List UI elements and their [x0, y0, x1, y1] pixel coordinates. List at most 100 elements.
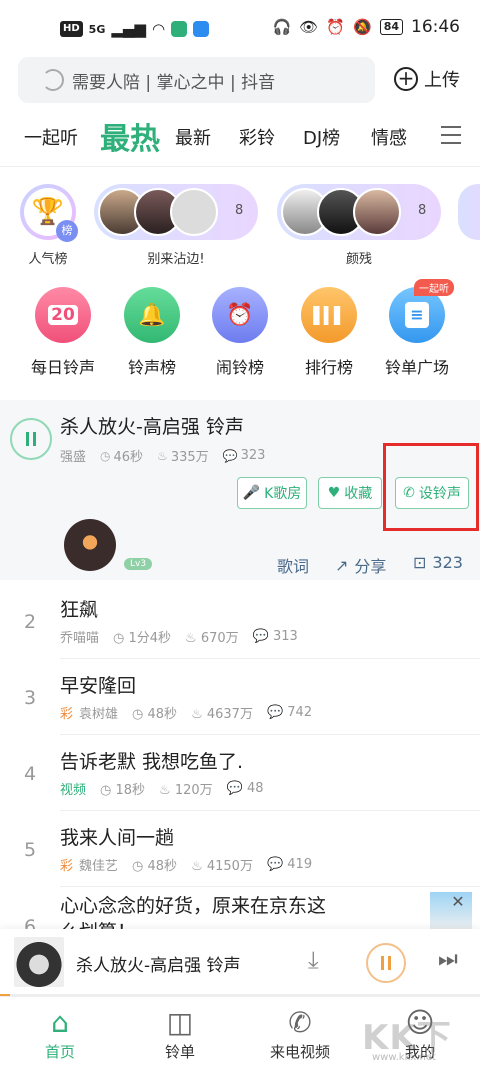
list-item[interactable]: 4 告诉老默 我想吃鱼了. 视频 ◷ 18秒 ♨ 120万 💬 48	[0, 735, 480, 811]
uploader-avatar[interactable]	[64, 519, 116, 571]
nav-call-video[interactable]: ✆ 来电视频	[240, 1005, 360, 1062]
fire-icon: ♨	[191, 859, 203, 874]
pause-button[interactable]	[10, 418, 52, 460]
artist-name[interactable]: 魏佳艺	[79, 855, 118, 874]
fire-icon: ♨	[185, 631, 197, 646]
song-meta: 彩 袁树雄 ◷ 48秒 ♨ 4637万 💬 742	[60, 703, 312, 722]
alarm-clock-icon[interactable]: ⏰	[212, 287, 268, 343]
tab-together[interactable]: 一起听	[24, 124, 78, 150]
ranking-label: 排行榜	[304, 358, 353, 377]
rank-number: 4	[24, 763, 37, 785]
nav-playlist[interactable]: ◫ 铃单	[120, 1005, 240, 1062]
karaoke-icon: 🎤	[242, 485, 261, 501]
favorite-label: 收藏	[344, 486, 373, 502]
tab-hottest[interactable]: 最热	[100, 114, 160, 158]
clock: 16:46	[411, 17, 460, 37]
group-count: 8	[418, 203, 427, 218]
bar-chart-icon[interactable]: ▌▍▌	[301, 287, 357, 343]
ringtone-chart-label: 铃声榜	[127, 358, 176, 377]
upload-button[interactable]: + 上传	[394, 66, 460, 92]
comment-icon: 💬	[222, 448, 238, 463]
duration: 46秒	[113, 450, 144, 465]
player-title[interactable]: 杀人放火-高启强 铃声	[76, 951, 241, 976]
next-track-icon[interactable]: ⏭	[438, 947, 458, 972]
favorite-button[interactable]: ♥ 收藏	[318, 477, 382, 509]
tab-emotion[interactable]: 情感	[371, 124, 407, 150]
list-item[interactable]: 3 早安隆回 彩 袁树雄 ◷ 48秒 ♨ 4637万 💬 742	[0, 659, 480, 735]
status-right: 🎧 👁 ⏰ 🔕 84 16:46	[273, 17, 460, 37]
plays: 4150万	[206, 859, 253, 874]
close-icon[interactable]: ✕	[448, 892, 468, 912]
avatar-group-1-label: 别来沾边!	[147, 252, 205, 267]
mini-player[interactable]: 杀人放火-高启强 铃声 ⤓ ⏭	[0, 929, 480, 995]
level-badge: Lv3	[124, 558, 153, 570]
video-tag: 视频	[60, 783, 87, 798]
phone-video-icon: ✆	[288, 1006, 312, 1039]
clock-icon: ◷	[100, 448, 111, 463]
artist-name[interactable]: 强盛	[60, 446, 86, 465]
duration: 18秒	[115, 783, 146, 798]
comments: 48	[247, 781, 264, 796]
fire-icon: ♨	[159, 783, 171, 798]
song-title: 我来人间一趟	[60, 827, 175, 849]
avatar-group-2[interactable]: 8	[277, 184, 441, 240]
comment-count: 323	[432, 553, 463, 572]
tab-color-ring[interactable]: 彩铃	[239, 124, 275, 150]
clock-icon: ◷	[132, 859, 144, 874]
color-ring-tag: 彩	[60, 859, 74, 874]
lyrics-button[interactable]: 歌词	[277, 553, 309, 577]
comment-button[interactable]: ⊡ 323	[413, 553, 463, 572]
avatar-placeholder-icon	[170, 188, 218, 236]
song-meta: 乔喵喵 ◷ 1分4秒 ♨ 670万 💬 313	[60, 627, 298, 646]
duration: 48秒	[147, 707, 178, 722]
tab-newest[interactable]: 最新	[175, 124, 211, 150]
list-item[interactable]: 2 狂飙 乔喵喵 ◷ 1分4秒 ♨ 670万 💬 313	[0, 583, 480, 659]
featured-meta: 强盛 ◷ 46秒 ♨ 335万 💬 323	[60, 446, 265, 465]
category-tabs: 一起听 最热 最新 彩铃 DJ榜 情感	[0, 110, 480, 162]
popularity-chart-avatar[interactable]: 🏆 榜	[20, 184, 78, 242]
status-left: HD 5G ▂▄▆ ◠	[60, 20, 210, 38]
network-indicator: 5G	[88, 22, 106, 36]
app-notification-icon	[171, 21, 188, 37]
tab-dj-chart[interactable]: DJ榜	[303, 124, 340, 150]
search-bar[interactable]: 需要人陪 | 掌心之中 | 抖音	[18, 57, 375, 103]
status-bar: HD 5G ▂▄▆ ◠ 🎧 👁 ⏰ 🔕 84 16:46	[0, 0, 480, 56]
comments: 419	[287, 857, 313, 872]
comment-icon: 💬	[266, 857, 284, 872]
duration: 48秒	[147, 859, 178, 874]
signal-icon: ▂▄▆	[111, 20, 146, 38]
cloud-notification-icon	[193, 21, 210, 37]
song-meta: 彩 魏佳艺 ◷ 48秒 ♨ 4150万 💬 419	[60, 855, 312, 874]
alarm-chart-label: 闹铃榜	[215, 358, 264, 377]
menu-icon[interactable]	[441, 126, 461, 144]
rank-number: 2	[24, 611, 37, 633]
duration: 1分4秒	[128, 631, 172, 646]
lyrics-label: 歌词	[277, 557, 310, 576]
karaoke-room-button[interactable]: 🎤 K歌房	[237, 477, 307, 509]
share-button[interactable]: ↗ 分享	[335, 553, 386, 577]
download-icon[interactable]: ⤓	[308, 946, 319, 974]
pause-icon	[381, 956, 391, 970]
daily-ringtone-label: 每日铃声	[30, 358, 95, 377]
avatar-group-1[interactable]: 8	[94, 184, 258, 240]
plays: 120万	[174, 783, 213, 798]
clock-icon: ◷	[113, 631, 125, 646]
group-count: 8	[235, 203, 244, 218]
app-screen: HD 5G ▂▄▆ ◠ 🎧 👁 ⏰ 🔕 84 16:46 需要人陪 | 掌心之中…	[0, 0, 480, 1067]
plays: 4637万	[206, 707, 253, 722]
list-item[interactable]: 5 我来人间一趟 彩 魏佳艺 ◷ 48秒 ♨ 4150万 💬 419	[0, 811, 480, 887]
color-ring-tag: 彩	[60, 707, 74, 722]
playlist-square-label: 铃单广场	[384, 358, 449, 377]
album-cover[interactable]	[14, 937, 64, 987]
daily-ringtone-calendar-icon[interactable]: 20	[35, 287, 91, 343]
avatar-group-3-partial[interactable]	[458, 184, 480, 240]
home-icon: ⌂	[51, 1006, 69, 1039]
ad-title[interactable]: 心心念念的好货，原来在京东这么划算！	[60, 893, 340, 933]
artist-name[interactable]: 乔喵喵	[60, 627, 99, 646]
nav-home[interactable]: ⌂ 首页	[0, 1005, 120, 1062]
artist-name[interactable]: 袁树雄	[79, 703, 118, 722]
featured-title[interactable]: 杀人放火-高启强 铃声	[60, 412, 244, 439]
bell-icon[interactable]: 🔔	[124, 287, 180, 343]
player-pause-button[interactable]	[366, 943, 406, 983]
share-label: 分享	[354, 557, 387, 576]
